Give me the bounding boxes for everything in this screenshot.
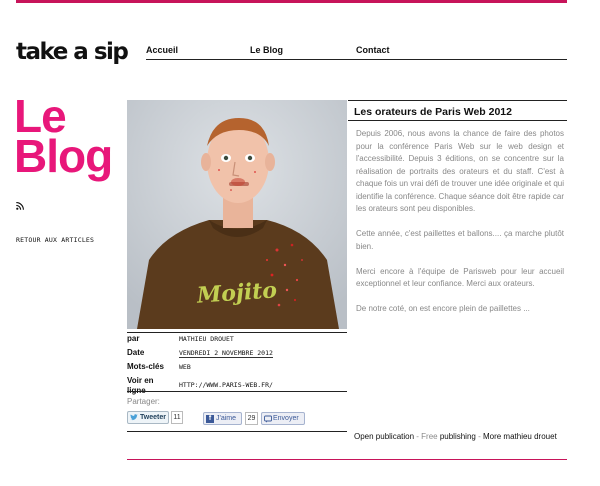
- article-body: Depuis 2006, nous avons la chance de fai…: [356, 128, 564, 328]
- publication-links: Open publication - Free publishing - Mor…: [354, 431, 567, 444]
- like-count: 29: [245, 412, 258, 425]
- tweet-button[interactable]: Tweeter: [127, 411, 169, 424]
- footer-accent-line: [127, 459, 567, 460]
- rss-icon[interactable]: [16, 202, 24, 210]
- facebook-send-button[interactable]: Envoyer: [261, 412, 305, 425]
- nav-item-contact[interactable]: Contact: [356, 45, 390, 55]
- meta-tags-row: Mots-clés WEB: [127, 361, 347, 375]
- send-icon: [264, 415, 272, 423]
- section-title: Le Blog: [14, 93, 113, 182]
- facebook-icon: f: [206, 415, 214, 423]
- meta-url-row: Voir en ligne HTTP://WWW.PARIS-WEB.FR/: [127, 375, 347, 399]
- section-title-line2: Blog: [14, 130, 113, 182]
- free-link[interactable]: Free: [421, 432, 437, 441]
- article-meta: par MATHIEU DROUET Date VENDREDI 2 NOVEM…: [127, 332, 347, 399]
- meta-label: Date: [127, 348, 145, 357]
- tweet-count: 11: [171, 411, 183, 424]
- divider: [127, 391, 347, 392]
- article-paragraph: Cette année, c'est paillettes et ballons…: [356, 229, 564, 251]
- divider: [348, 120, 567, 121]
- separator: -: [475, 432, 483, 441]
- publishing-text: publishing: [437, 432, 476, 441]
- meta-author-row: par MATHIEU DROUET: [127, 333, 347, 347]
- nav-item-le-blog[interactable]: Le Blog: [250, 45, 283, 55]
- meta-tag-web[interactable]: WEB: [179, 363, 191, 371]
- twitter-bird-icon: [130, 414, 138, 421]
- divider: [127, 431, 347, 432]
- article-paragraph: Depuis 2006, nous avons la chance de fai…: [356, 129, 564, 213]
- send-label: Envoyer: [273, 415, 299, 422]
- article-paragraph: Merci encore à l'équipe de Parisweb pour…: [356, 266, 564, 289]
- meta-date-value: VENDREDI 2 NOVEMBRE 2012: [179, 349, 273, 358]
- top-accent-bar: [16, 0, 567, 3]
- open-publication-link[interactable]: Open publication: [354, 432, 414, 441]
- meta-label: Mots-clés: [127, 362, 164, 371]
- article-photo: Mojito: [127, 100, 347, 329]
- meta-author-value[interactable]: MATHIEU DROUET: [179, 335, 234, 343]
- back-to-articles-link[interactable]: RETOUR AUX ARTICLES: [16, 236, 94, 244]
- portrait-image: Mojito: [127, 100, 347, 329]
- meta-url-link[interactable]: HTTP://WWW.PARIS-WEB.FR/: [179, 381, 273, 389]
- facebook-like-button[interactable]: f J'aime: [203, 412, 242, 425]
- tweet-label: Tweeter: [140, 414, 166, 421]
- article-paragraph: De notre coté, on est encore plein de pa…: [356, 304, 530, 313]
- meta-label: Voir en ligne: [127, 376, 154, 395]
- like-label: J'aime: [216, 415, 237, 422]
- article-title: Les orateurs de Paris Web 2012: [354, 106, 512, 118]
- nav-item-accueil[interactable]: Accueil: [146, 45, 178, 55]
- meta-date-row: Date VENDREDI 2 NOVEMBRE 2012: [127, 347, 347, 361]
- meta-label: par: [127, 334, 140, 343]
- main-nav: Accueil Le Blog Contact: [146, 45, 567, 60]
- site-logo[interactable]: take a sip: [16, 38, 129, 66]
- divider: [348, 100, 567, 101]
- more-link[interactable]: More mathieu drouet: [483, 432, 557, 441]
- share-label: Partager:: [127, 397, 160, 406]
